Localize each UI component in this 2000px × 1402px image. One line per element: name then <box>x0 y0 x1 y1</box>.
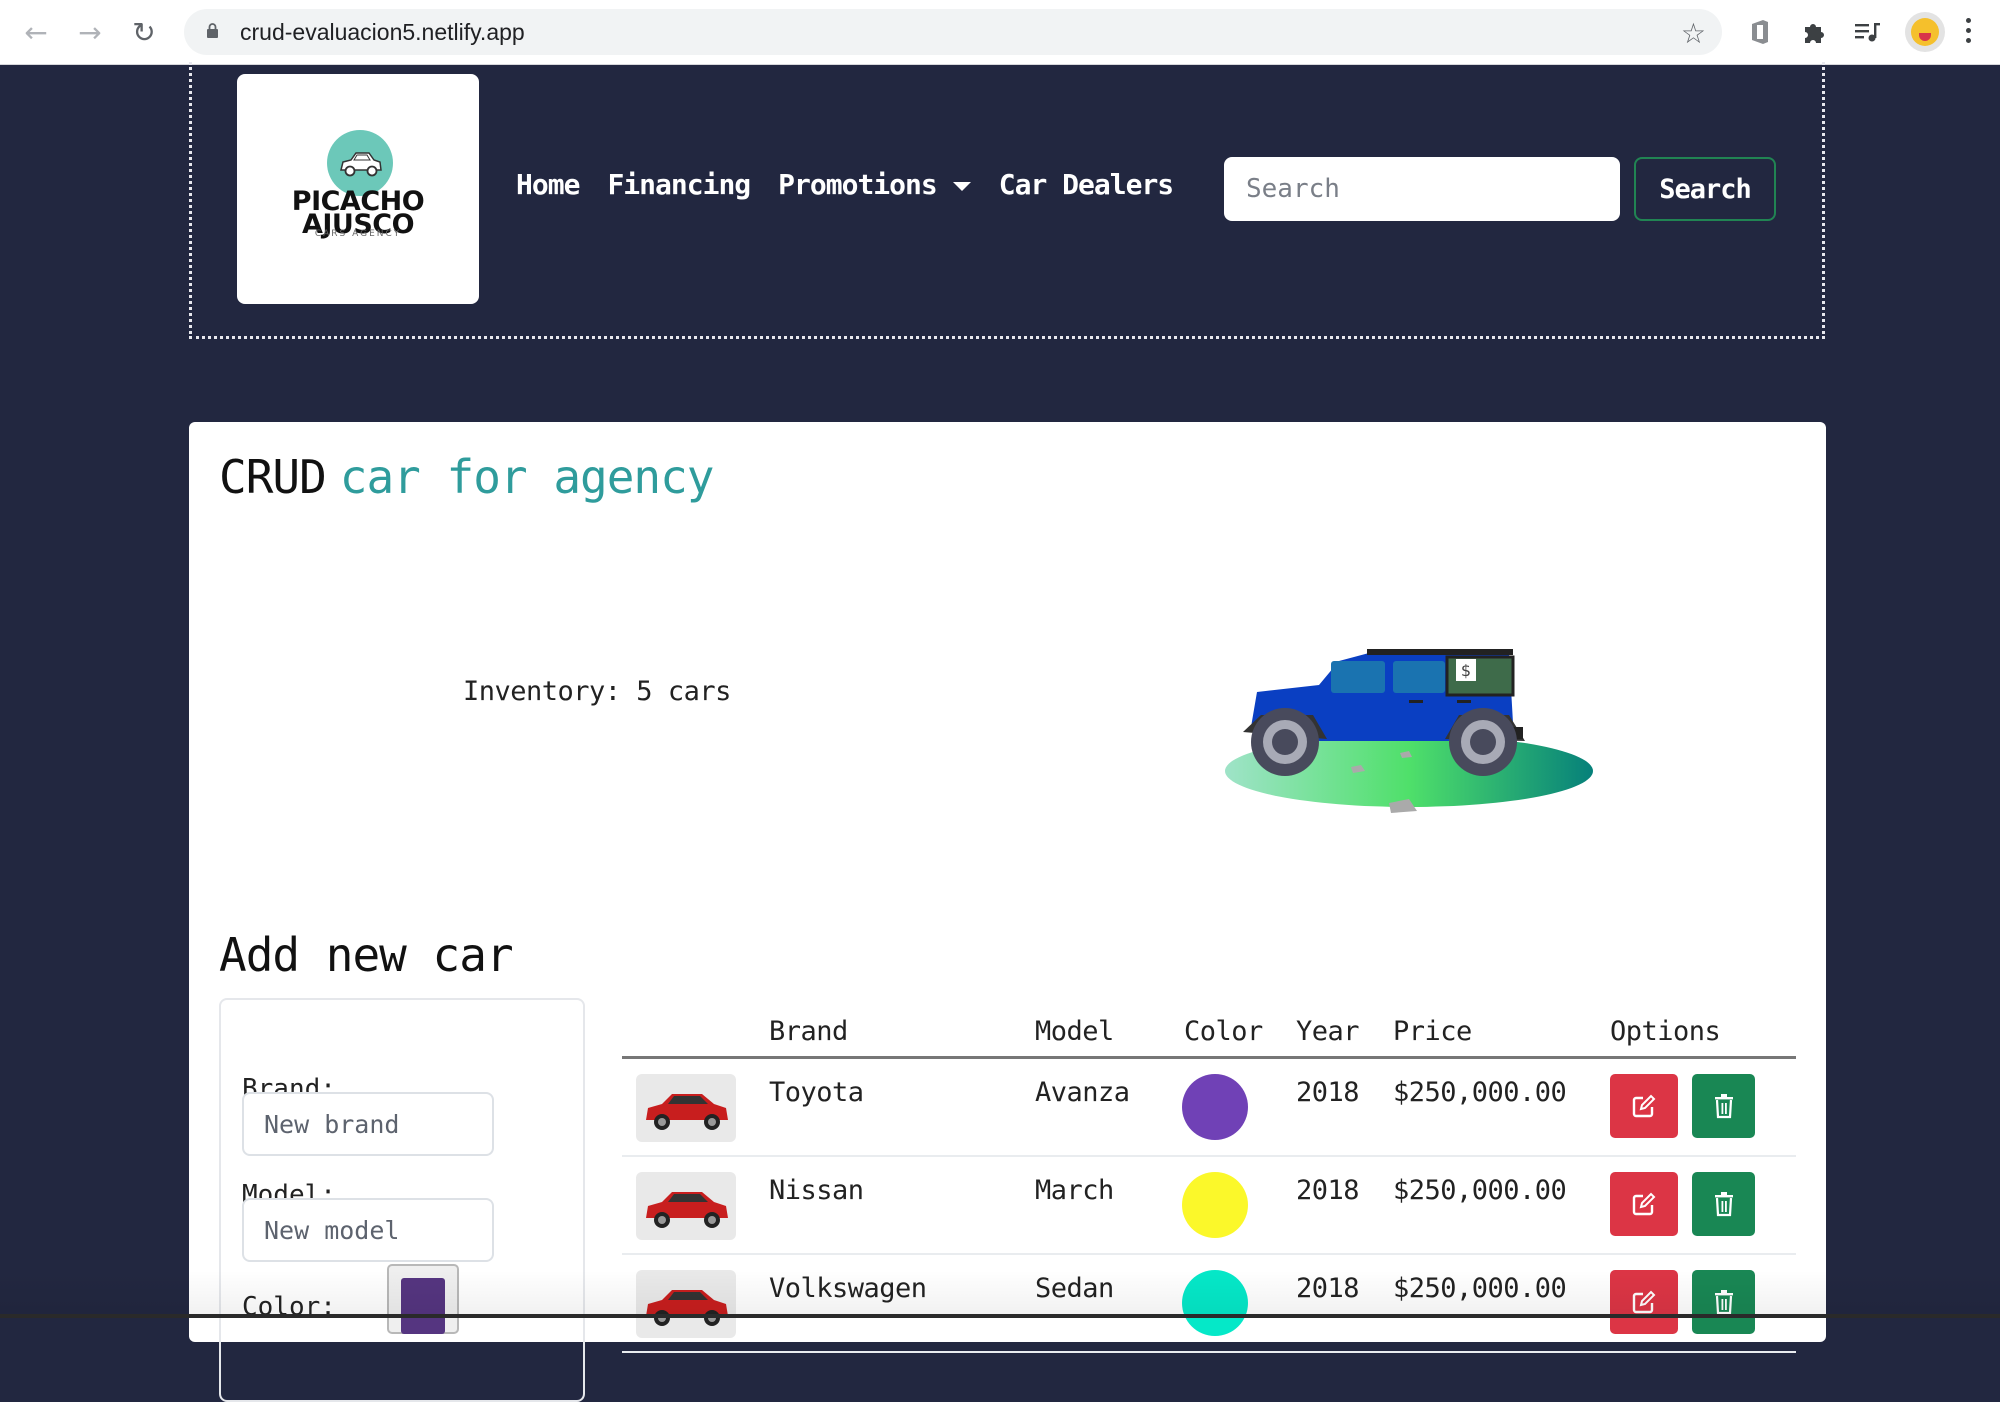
jeep-window <box>1393 661 1445 693</box>
page-title: CRUD car for agency <box>219 450 715 504</box>
delete-button[interactable] <box>1692 1270 1755 1334</box>
header-options: Options <box>1610 1016 1721 1047</box>
edit-button[interactable] <box>1610 1270 1678 1334</box>
back-icon[interactable]: ← <box>18 14 54 50</box>
table-header: Brand Model Color Year Price Options <box>622 1008 1796 1059</box>
browser-toolbar: ← → ↻ crud-evaluacion5.netlify.app ☆ <box>0 0 2000 65</box>
edit-button[interactable] <box>1610 1172 1678 1236</box>
cell-model: March <box>1035 1175 1114 1206</box>
header-color: Color <box>1184 1016 1263 1047</box>
forward-icon[interactable]: → <box>72 14 108 50</box>
crud-card: CRUDcar for agency Inventory: 5 cars $ <box>189 422 1826 1402</box>
color-dot <box>1182 1074 1248 1140</box>
cell-year: 2018 <box>1296 1175 1360 1206</box>
cell-brand: Nissan <box>769 1175 864 1206</box>
cell-model: Avanza <box>1035 1077 1130 1108</box>
cell-brand: Toyota <box>769 1077 864 1108</box>
cell-model: Sedan <box>1035 1273 1114 1304</box>
edit-icon <box>1632 1290 1656 1314</box>
color-dot <box>1182 1270 1248 1336</box>
cell-price: $250,000.00 <box>1393 1273 1567 1304</box>
nav-promotions-label: Promotions <box>778 168 938 201</box>
window-bottom-edge <box>0 1314 2000 1318</box>
inventory-count: Inventory: 5 cars <box>463 676 731 707</box>
jeep-illustration: $ <box>1225 649 1593 813</box>
edit-button[interactable] <box>1610 1074 1678 1138</box>
add-car-heading: Add new car <box>219 928 514 982</box>
cell-price: $250,000.00 <box>1393 1175 1567 1206</box>
office-extension-icon[interactable] <box>1742 14 1778 50</box>
header-model: Model <box>1035 1016 1114 1047</box>
brand-input[interactable] <box>242 1092 494 1156</box>
url-text: crud-evaluacion5.netlify.app <box>240 19 525 45</box>
table-row: Volkswagen Sedan 2018 $250,000.00 <box>622 1255 1796 1353</box>
extensions-puzzle-icon[interactable] <box>1796 14 1832 50</box>
logo-tagline: CARS AGENCY <box>314 229 402 239</box>
color-picker[interactable] <box>387 1264 459 1334</box>
nav-financing[interactable]: Financing <box>607 168 751 201</box>
jeep-roof <box>1367 649 1513 655</box>
table-row: Toyota Avanza 2018 $250,000.00 <box>622 1059 1796 1157</box>
logo[interactable]: PICACHO AJUSCO CARS AGENCY <box>237 74 479 304</box>
cars-table: Brand Model Color Year Price Options Toy… <box>622 1008 1796 1353</box>
nav-car-dealers[interactable]: Car Dealers <box>999 168 1174 201</box>
trash-icon <box>1714 1290 1733 1315</box>
title-prefix: CRUD <box>219 450 327 504</box>
chevron-down-icon <box>952 181 971 191</box>
nav-home[interactable]: Home <box>516 168 580 201</box>
delete-button[interactable] <box>1692 1172 1755 1236</box>
table-row: Nissan March 2018 $250,000.00 <box>622 1157 1796 1255</box>
media-playlist-icon[interactable] <box>1850 14 1886 50</box>
cell-year: 2018 <box>1296 1077 1360 1108</box>
model-input[interactable] <box>242 1198 494 1262</box>
color-swatch <box>401 1278 445 1334</box>
title-accent: car for agency <box>339 450 715 504</box>
jeep-window <box>1331 661 1385 693</box>
header-brand: Brand <box>769 1016 848 1047</box>
header-year: Year <box>1296 1016 1360 1047</box>
search-input[interactable] <box>1224 157 1620 221</box>
reload-icon[interactable]: ↻ <box>126 14 162 50</box>
lock-icon <box>207 23 218 38</box>
trash-icon <box>1714 1192 1733 1217</box>
car-thumbnail <box>636 1172 736 1240</box>
edit-icon <box>1632 1094 1656 1118</box>
trash-icon <box>1714 1094 1733 1119</box>
cell-year: 2018 <box>1296 1273 1360 1304</box>
menu-kebab-icon[interactable] <box>1966 18 1972 48</box>
car-thumbnail <box>636 1270 736 1338</box>
main-nav: Home Financing Promotions Car Dealers <box>516 168 1174 201</box>
profile-avatar-icon[interactable] <box>1905 12 1945 52</box>
header-price: Price <box>1393 1016 1472 1047</box>
cell-price: $250,000.00 <box>1393 1077 1567 1108</box>
bookmark-star-icon[interactable]: ☆ <box>1681 17 1706 50</box>
cell-brand: Volkswagen <box>769 1273 927 1304</box>
edit-icon <box>1632 1192 1656 1216</box>
car-thumbnail <box>636 1074 736 1142</box>
search-button[interactable]: Search <box>1634 157 1776 221</box>
delete-button[interactable] <box>1692 1074 1755 1138</box>
address-bar[interactable]: crud-evaluacion5.netlify.app ☆ <box>184 9 1722 55</box>
color-dot <box>1182 1172 1248 1238</box>
nav-promotions-dropdown[interactable]: Promotions <box>778 168 971 201</box>
dollar-sign: $ <box>1461 661 1471 680</box>
